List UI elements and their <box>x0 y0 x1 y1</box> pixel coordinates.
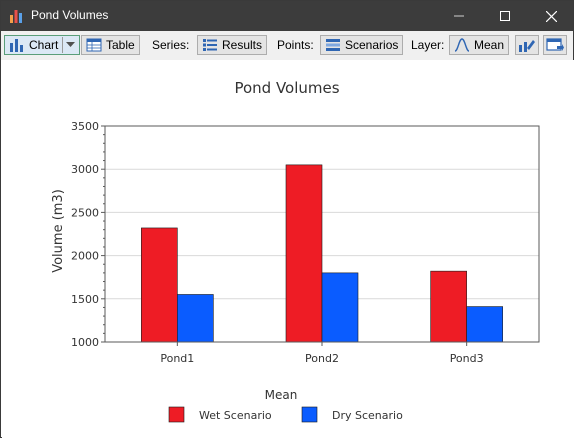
distribution-curve-icon <box>454 38 470 52</box>
series-selector[interactable]: Results <box>197 35 268 55</box>
maximize-icon <box>500 11 510 21</box>
y-axis-ticks: 1000 1500 2000 2500 3000 3500 <box>71 120 105 349</box>
layer-selector[interactable]: Mean <box>449 35 510 55</box>
chart-title: Pond Volumes <box>234 79 339 97</box>
bar-pond3-wet-scenario <box>430 270 467 343</box>
close-button[interactable] <box>528 1 574 31</box>
layer-value: Mean <box>474 38 505 52</box>
legend-title: Mean <box>265 388 298 402</box>
points-value: Scenarios <box>345 38 399 52</box>
chart-settings-button[interactable] <box>515 35 539 55</box>
series-label: Series: <box>152 38 190 52</box>
bar-pond1-dry-scenario <box>177 294 214 343</box>
chevron-down-icon <box>66 42 76 47</box>
table-icon <box>86 38 102 52</box>
chart-area: Pond Volumes Volume (m3) 1000 1500 2000 250… <box>2 60 574 438</box>
maximize-button[interactable] <box>482 1 528 31</box>
x-tick-label: Pond2 <box>305 352 339 365</box>
series-value: Results <box>222 38 263 52</box>
edit-chart-icon <box>519 40 535 52</box>
bar-pond1-wet-scenario <box>141 227 178 343</box>
chart-icon <box>10 39 23 52</box>
legend-label: Dry Scenario <box>332 409 403 422</box>
bar-pond2-dry-scenario <box>321 272 359 343</box>
app-window: Pond Volumes Chart Table Series: Results… <box>0 0 574 438</box>
x-axis-ticks: Pond1 Pond2 Pond3 <box>160 342 484 365</box>
table-view-button[interactable]: Table <box>81 35 140 55</box>
bar-pond3-dry-scenario <box>466 306 503 343</box>
y-axis-label: Volume (m3) <box>51 189 66 273</box>
title-bar: Pond Volumes <box>1 1 573 31</box>
toolbar: Chart Table Series: Results Points: Scen… <box>1 31 573 60</box>
layer-label: Layer: <box>411 38 445 52</box>
close-icon <box>545 10 557 22</box>
bars <box>141 164 503 343</box>
legend: Wet Scenario Dry Scenario <box>168 406 403 423</box>
scenarios-icon <box>326 39 340 51</box>
export-button[interactable] <box>543 35 567 55</box>
x-tick-label: Pond1 <box>160 352 194 365</box>
y-tick-label: 1000 <box>71 336 99 349</box>
bar-chart: Pond Volumes Volume (m3) 1000 1500 2000 250… <box>51 79 540 423</box>
export-icon <box>546 38 564 51</box>
chart-view-dropdown[interactable]: Chart <box>4 35 81 55</box>
results-list-icon <box>203 39 217 51</box>
window-title: Pond Volumes <box>31 8 109 22</box>
minimize-button[interactable] <box>436 1 482 31</box>
y-tick-label: 3000 <box>71 163 99 176</box>
bar-pond2-wet-scenario <box>285 164 323 343</box>
chart-view-label: Chart <box>29 38 59 52</box>
points-selector[interactable]: Scenarios <box>320 35 404 55</box>
dropdown-divider <box>62 37 64 53</box>
legend-swatch <box>301 406 318 423</box>
minimize-icon <box>454 15 464 17</box>
y-tick-label: 2500 <box>71 206 99 219</box>
x-tick-label: Pond3 <box>450 352 484 365</box>
y-tick-label: 2000 <box>71 250 99 263</box>
points-label: Points: <box>277 38 314 52</box>
y-tick-label: 1500 <box>71 293 99 306</box>
y-tick-label: 3500 <box>71 120 99 133</box>
legend-swatch <box>168 406 185 423</box>
table-view-label: Table <box>106 38 135 52</box>
bar-chart-app-icon <box>10 10 22 23</box>
legend-label: Wet Scenario <box>199 409 272 422</box>
